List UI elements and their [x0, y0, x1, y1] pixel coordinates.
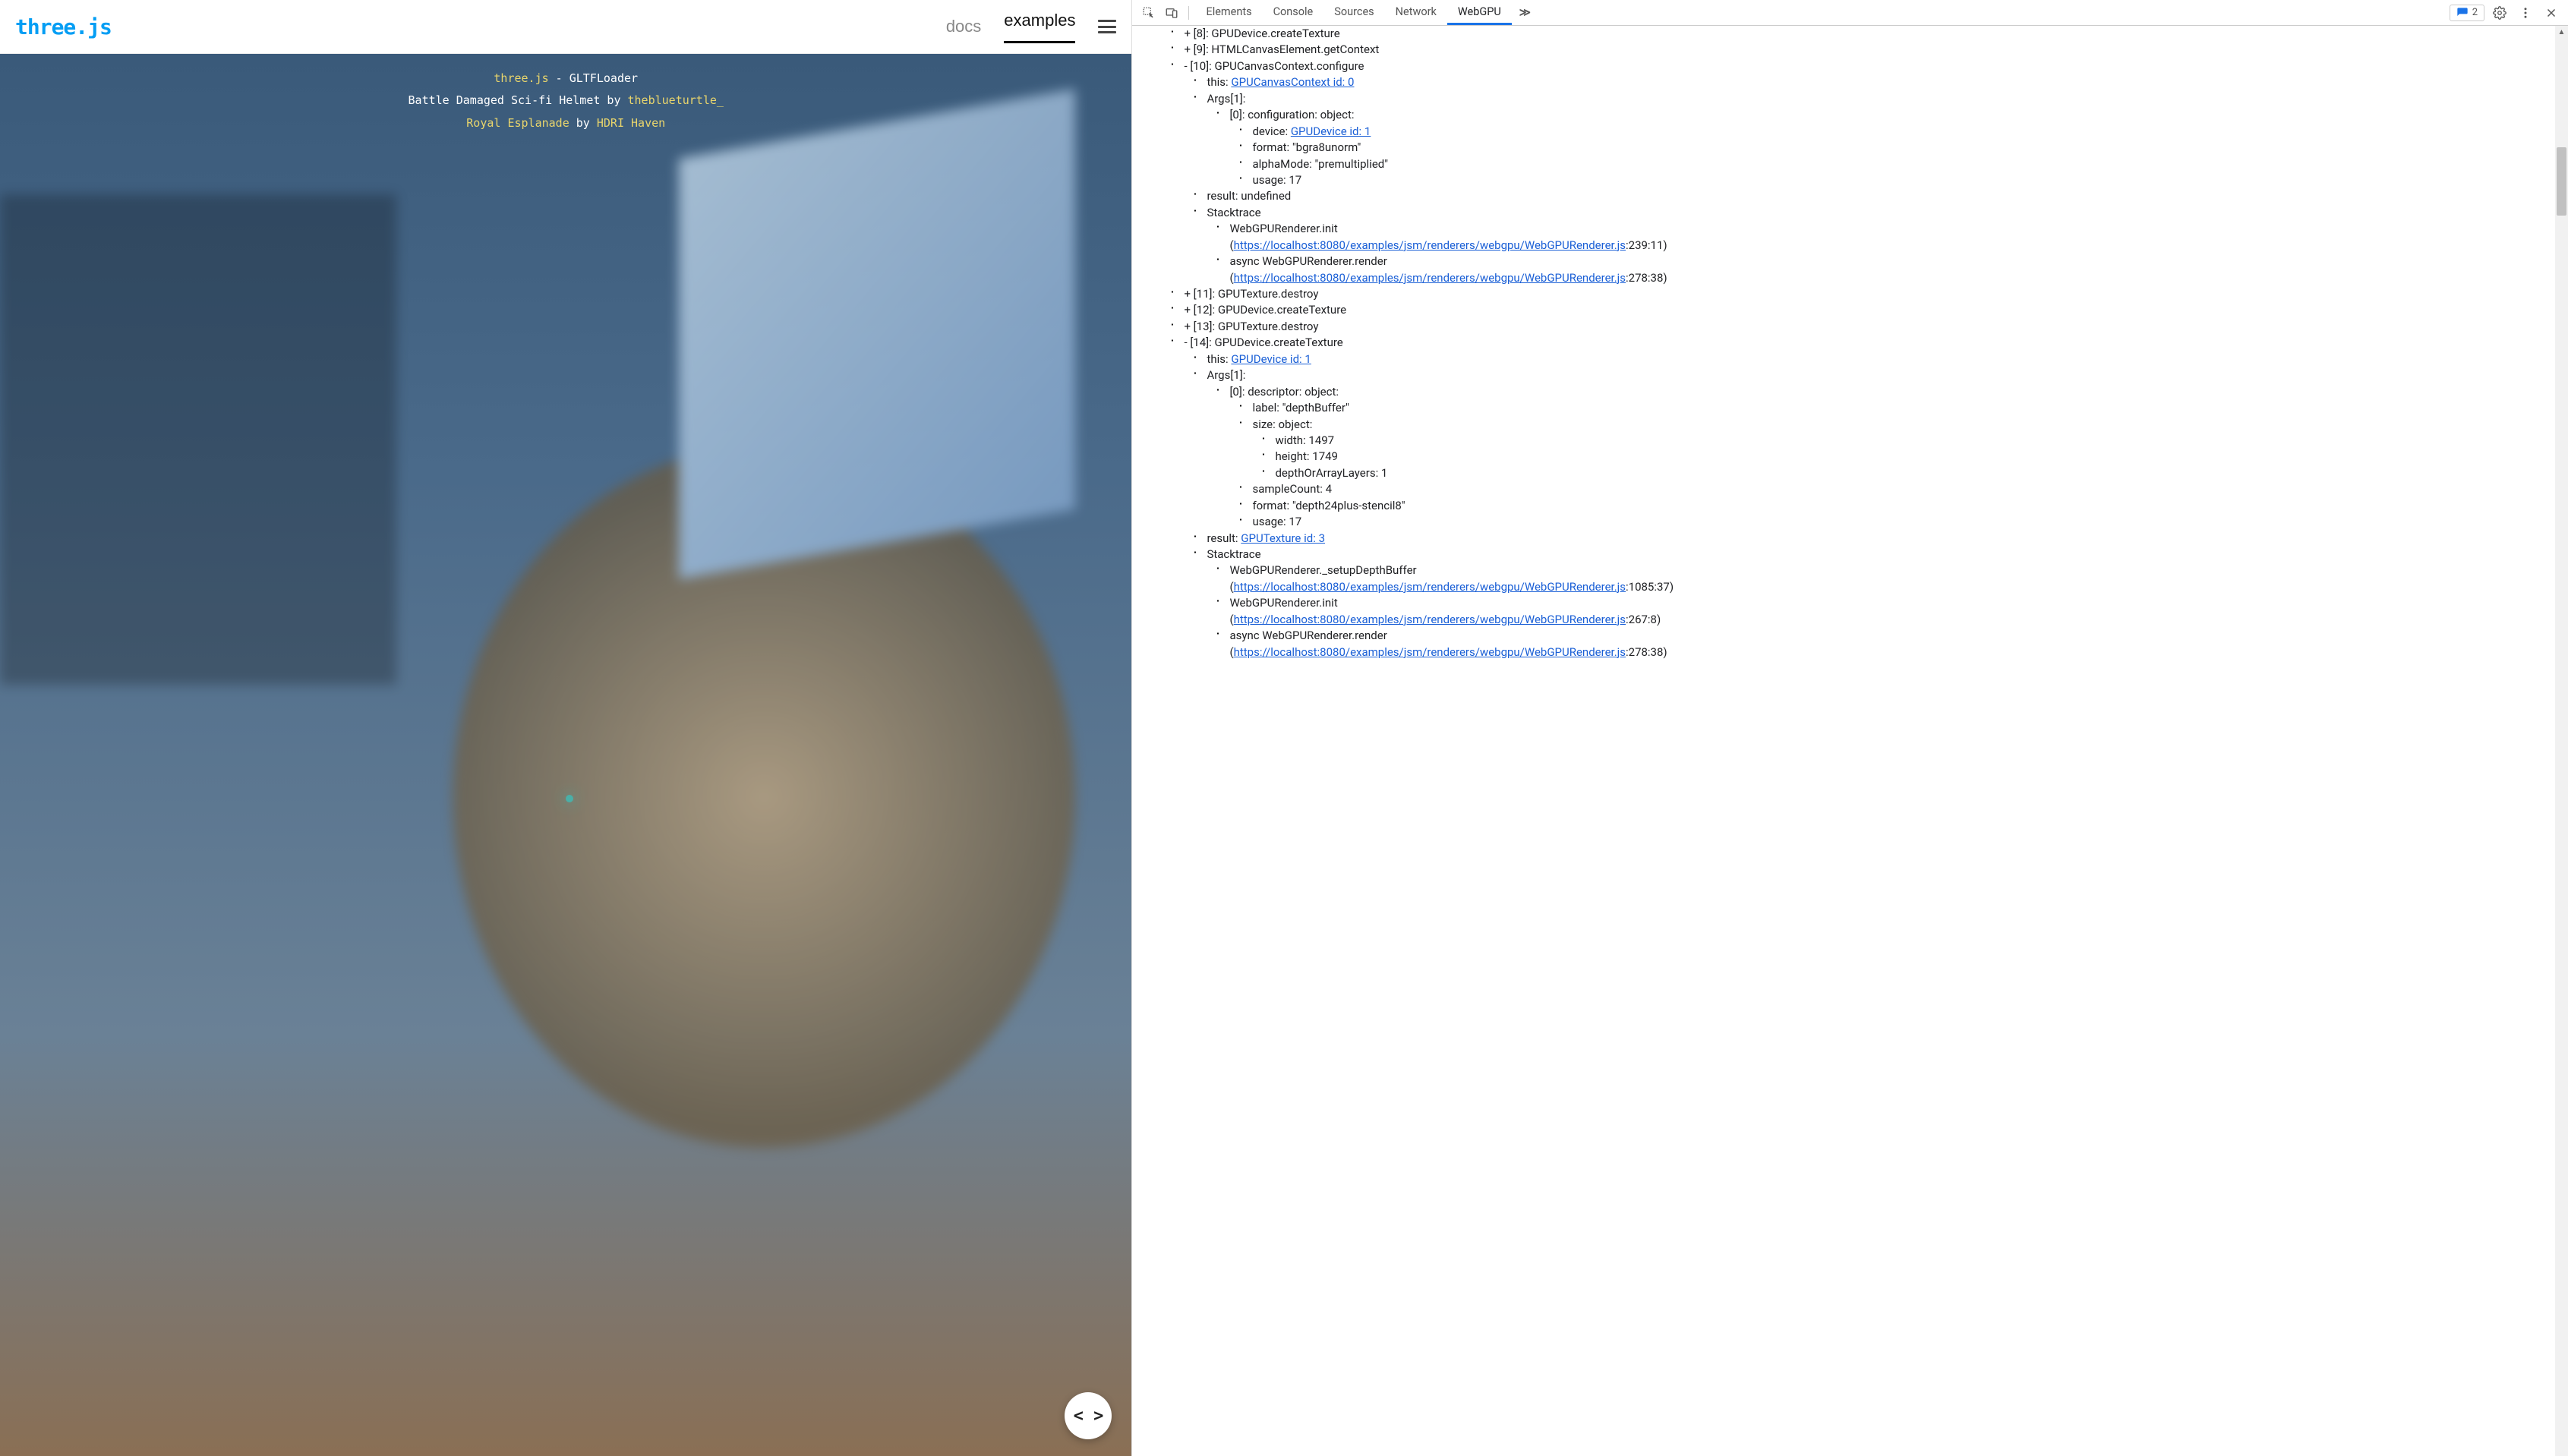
viewport-3d[interactable]: three.js - GLTFLoader Battle Damaged Sci…	[0, 54, 1131, 1456]
info-overlay: three.js - GLTFLoader Battle Damaged Sci…	[409, 68, 724, 134]
trace-kv: usage: 17	[1252, 172, 2549, 188]
stack-frame: async WebGPURenderer.render(https://loca…	[1229, 254, 2549, 286]
devtools: Elements Console Sources Network WebGPU …	[1132, 0, 2568, 1456]
stack-frame: WebGPURenderer.init(https://localhost:80…	[1229, 595, 2549, 628]
trace-row[interactable]: + [11]: GPUTexture.destroy	[1184, 286, 2549, 302]
more-tabs-icon[interactable]: ≫	[1513, 2, 1537, 24]
stack-frame: WebGPURenderer.init(https://localhost:80…	[1229, 221, 2549, 254]
devtools-tabbar: Elements Console Sources Network WebGPU …	[1132, 0, 2568, 26]
trace-stacktrace: Stacktrace WebGPURenderer.init(https://l…	[1207, 205, 2549, 286]
trace-arg: [0]: descriptor: object: label: "depthBu…	[1229, 384, 2549, 531]
source-link[interactable]: https://localhost:8080/examples/jsm/rend…	[1234, 645, 1626, 659]
close-icon[interactable]	[2541, 2, 2562, 24]
info-link-threejs[interactable]: three.js	[494, 71, 548, 85]
tab-network[interactable]: Network	[1385, 1, 1447, 25]
info-link-hdrihaven[interactable]: HDRI Haven	[597, 116, 665, 130]
info-link-author[interactable]: theblueturtle_	[628, 93, 724, 107]
trace-kv: device: GPUDevice id: 1	[1252, 124, 2549, 140]
tab-elements[interactable]: Elements	[1195, 1, 1262, 25]
view-source-button[interactable]: < >	[1065, 1392, 1112, 1439]
trace-args: Args[1]: [0]: descriptor: object: label:…	[1207, 367, 2549, 530]
inspect-element-icon[interactable]	[1138, 2, 1159, 24]
logo[interactable]: three.js	[15, 14, 112, 39]
info-text: by	[569, 116, 597, 130]
device-toolbar-icon[interactable]	[1161, 2, 1182, 24]
stack-frame: async WebGPURenderer.render(https://loca…	[1229, 628, 2549, 660]
source-link[interactable]: https://localhost:8080/examples/jsm/rend…	[1234, 271, 1626, 285]
hamburger-icon[interactable]	[1098, 20, 1116, 33]
settings-icon[interactable]	[2489, 2, 2510, 24]
trace-kv: height: 1749	[1275, 449, 2549, 465]
trace-row[interactable]: - [10]: GPUCanvasContext.configure this:…	[1184, 58, 2549, 286]
info-link-hdri[interactable]: Royal Esplanade	[466, 116, 569, 130]
trace-result: result: undefined	[1207, 188, 2549, 204]
trace-row[interactable]: + [13]: GPUTexture.destroy	[1184, 319, 2549, 335]
trace-arg: [0]: configuration: object: device: GPUD…	[1229, 107, 2549, 188]
info-text: - GLTFLoader	[549, 71, 638, 85]
trace-row[interactable]: + [8]: GPUDevice.createTexture	[1184, 26, 2549, 42]
trace-result: result: GPUTexture id: 3	[1207, 531, 2549, 547]
stack-frame: WebGPURenderer._setupDepthBuffer(https:/…	[1229, 563, 2549, 595]
webgpu-trace-panel[interactable]: + [8]: GPUDevice.createTexture + [9]: HT…	[1132, 26, 2555, 1456]
tab-console[interactable]: Console	[1263, 1, 1324, 25]
tab-webgpu[interactable]: WebGPU	[1447, 1, 1512, 25]
gpu-object-link[interactable]: GPUTexture id: 3	[1241, 531, 1325, 545]
divider	[1188, 6, 1189, 20]
scroll-thumb[interactable]	[2557, 147, 2566, 216]
trace-args: Args[1]: [0]: configuration: object: dev…	[1207, 91, 2549, 189]
hdri-backdrop	[0, 54, 1131, 1456]
trace-row[interactable]: + [12]: GPUDevice.createTexture	[1184, 302, 2549, 318]
threejs-page: three.js docs examples three.js - GLTFLo…	[0, 0, 1132, 1456]
trace-kv: format: "depth24plus-stencil8"	[1252, 498, 2549, 514]
trace-kv: alphaMode: "premultiplied"	[1252, 156, 2549, 172]
info-text: Battle Damaged Sci-fi Helmet by	[409, 93, 628, 107]
trace-kv: label: "depthBuffer"	[1252, 400, 2549, 416]
issues-button[interactable]: 2	[2450, 5, 2484, 21]
trace-kv: sampleCount: 4	[1252, 481, 2549, 497]
gpu-object-link[interactable]: GPUDevice id: 1	[1291, 124, 1371, 138]
tab-sources[interactable]: Sources	[1323, 1, 1384, 25]
nav-docs[interactable]: docs	[946, 17, 981, 36]
trace-row[interactable]: - [14]: GPUDevice.createTexture this: GP…	[1184, 335, 2549, 660]
kebab-menu-icon[interactable]	[2515, 2, 2536, 24]
scrollbar[interactable]: ▲	[2555, 26, 2568, 1456]
gpu-object-link[interactable]: GPUCanvasContext id: 0	[1231, 75, 1354, 89]
trace-this: this: GPUCanvasContext id: 0	[1207, 74, 2549, 90]
page-header: three.js docs examples	[0, 0, 1131, 54]
gpu-object-link[interactable]: GPUDevice id: 1	[1231, 352, 1311, 366]
issues-count: 2	[2472, 7, 2478, 18]
trace-stacktrace: Stacktrace WebGPURenderer._setupDepthBuf…	[1207, 547, 2549, 660]
source-link[interactable]: https://localhost:8080/examples/jsm/rend…	[1234, 613, 1626, 626]
trace-kv: depthOrArrayLayers: 1	[1275, 465, 2549, 481]
devtools-tabs: Elements Console Sources Network WebGPU	[1195, 1, 1511, 25]
trace-kv: width: 1497	[1275, 433, 2549, 449]
source-link[interactable]: https://localhost:8080/examples/jsm/rend…	[1234, 238, 1626, 252]
source-link[interactable]: https://localhost:8080/examples/jsm/rend…	[1234, 580, 1626, 594]
trace-kv: format: "bgra8unorm"	[1252, 140, 2549, 156]
scroll-up-icon[interactable]: ▲	[2555, 26, 2568, 39]
trace-kv: size: object: width: 1497 height: 1749 d…	[1252, 417, 2549, 482]
trace-this: this: GPUDevice id: 1	[1207, 351, 2549, 367]
trace-row[interactable]: + [9]: HTMLCanvasElement.getContext	[1184, 42, 2549, 58]
nav: docs examples	[946, 11, 1117, 43]
nav-examples[interactable]: examples	[1004, 11, 1075, 43]
trace-kv: usage: 17	[1252, 514, 2549, 530]
